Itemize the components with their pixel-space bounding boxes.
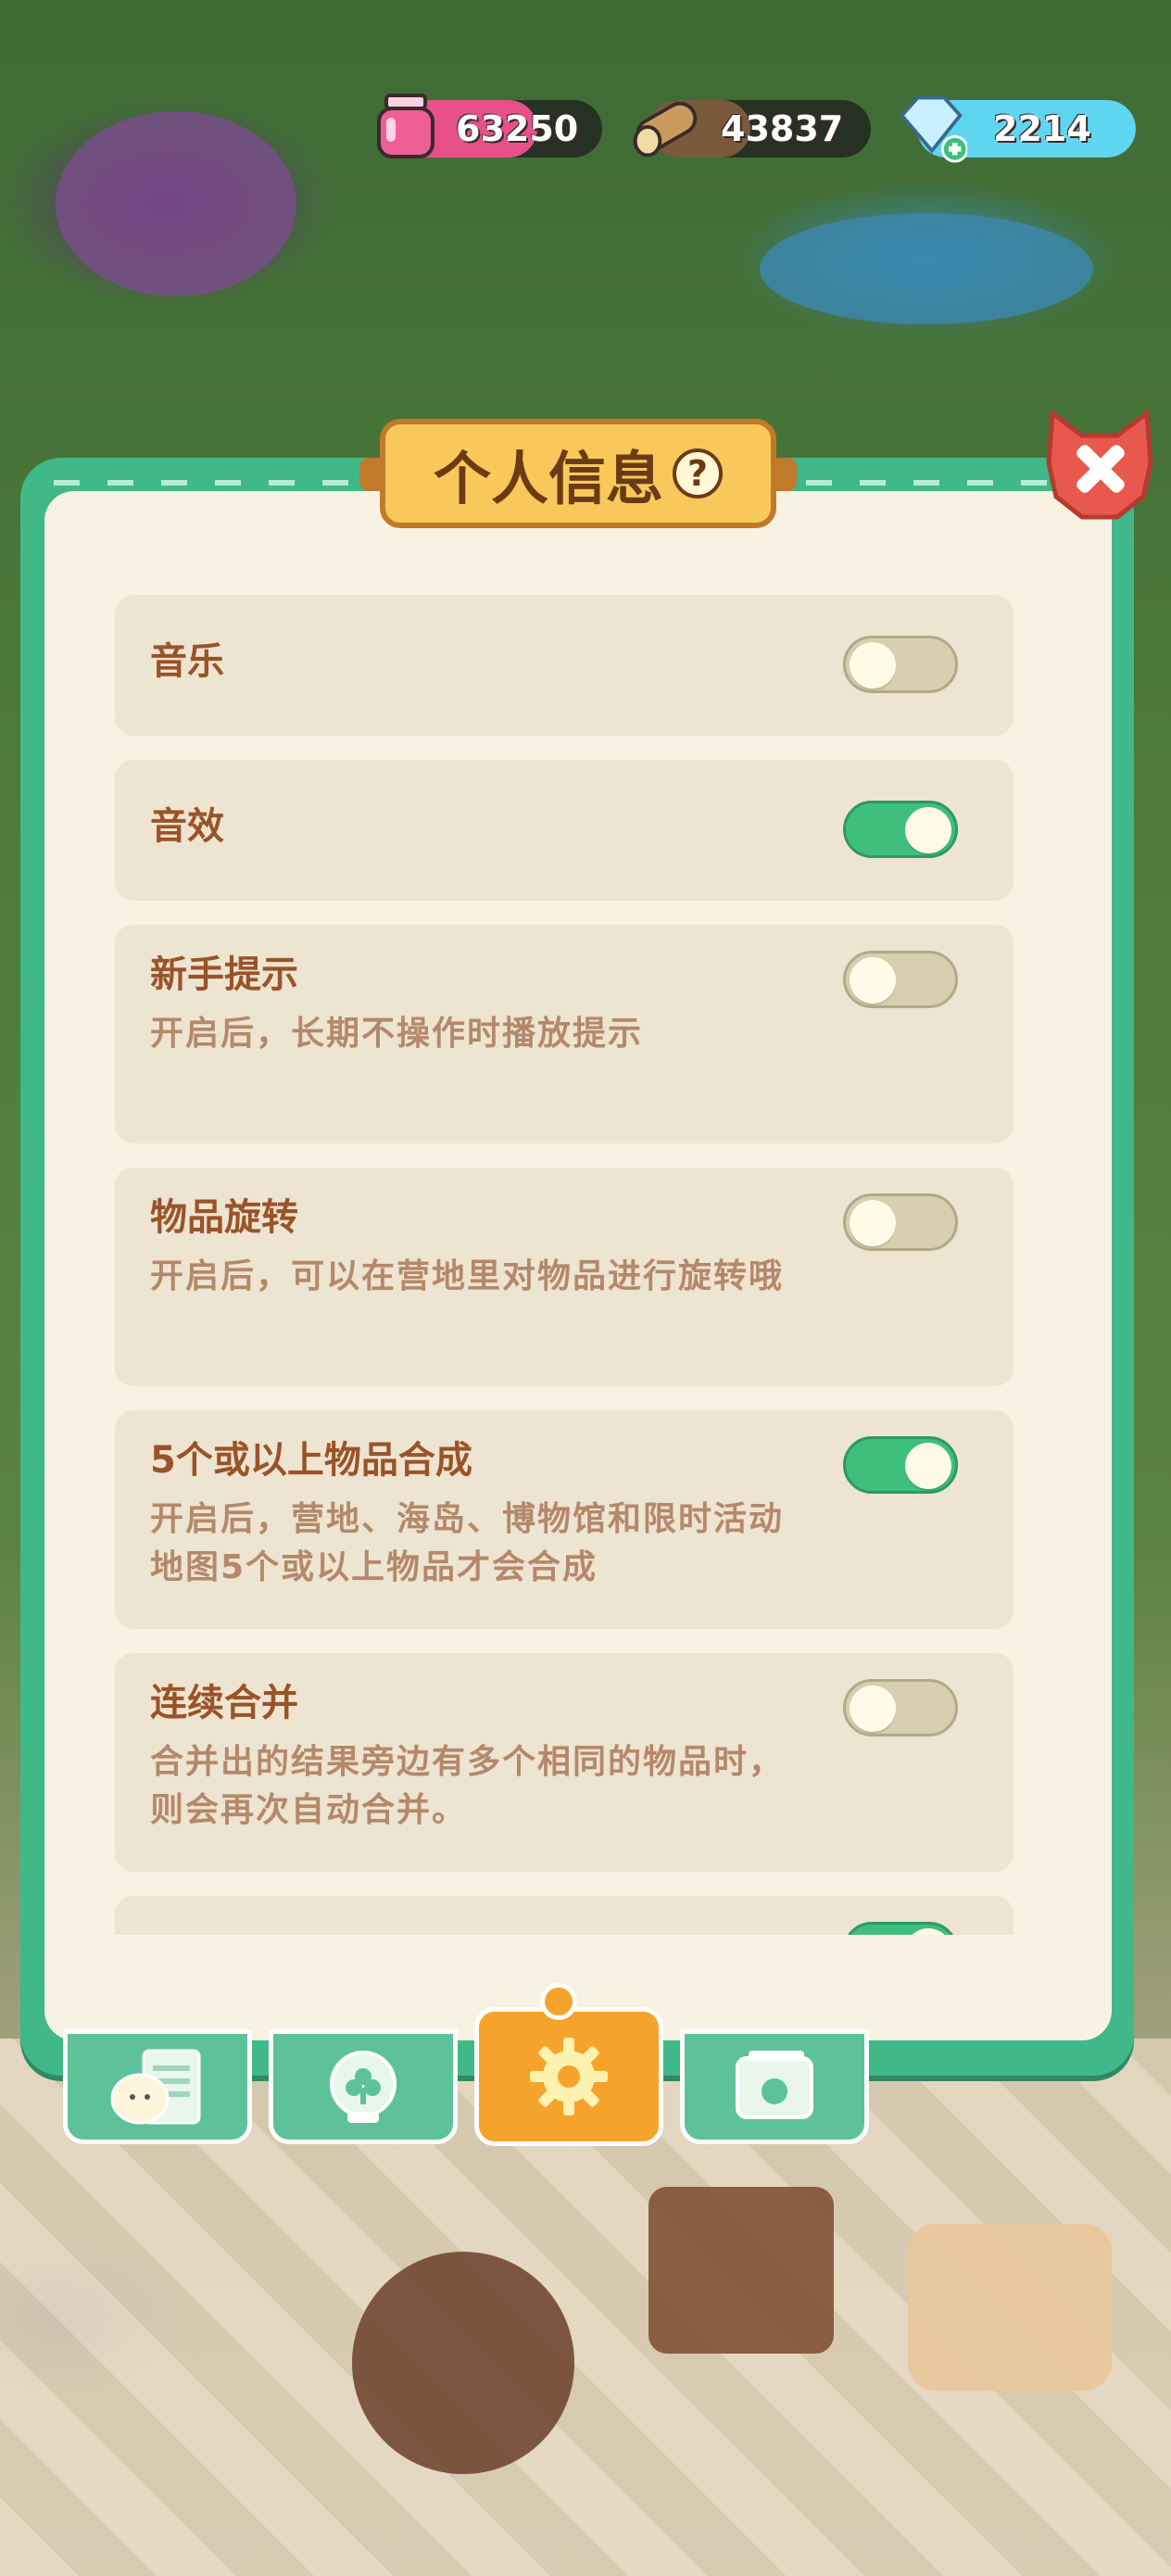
setting-item-rotation: 物品旋转 开启后，可以在营地里对物品进行旋转哦: [115, 1168, 1014, 1386]
wood-value: 43837: [721, 108, 844, 149]
toggle-knob: [905, 1443, 951, 1489]
active-tab-hanger: [540, 1983, 577, 2020]
setting-description: 开启后，营地、海岛、博物馆和限时活动地图5个或以上物品才会合成: [150, 1500, 785, 1586]
tab-badges[interactable]: [269, 2029, 458, 2144]
setting-beginner-tips: 新手提示 开启后，长期不操作时播放提示: [115, 925, 1014, 1143]
gem-value: 2214: [993, 108, 1091, 149]
dialog-title: 个人信息: [433, 445, 663, 512]
five-item-merge-toggle[interactable]: [843, 1436, 958, 1494]
settings-gear-icon: [530, 2038, 608, 2115]
cake-decoration: [352, 2252, 574, 2474]
setting-music: 音乐: [115, 595, 1014, 736]
help-icon[interactable]: ?: [673, 448, 723, 499]
gem-plus-icon[interactable]: [893, 89, 967, 163]
tab-profile[interactable]: [63, 2029, 252, 2144]
pond-decoration: [760, 213, 1093, 324]
next-setting-toggle[interactable]: [843, 1922, 958, 1935]
shop-decoration: [908, 2224, 1112, 2391]
sound-effects-toggle[interactable]: [843, 801, 958, 858]
profile-card-icon: [110, 2049, 201, 2125]
toggle-knob: [850, 957, 896, 1004]
toggle-knob: [905, 1928, 951, 1935]
album-icon: [736, 2051, 813, 2119]
close-button[interactable]: [1039, 408, 1160, 528]
setting-description: 开启后，可以在营地里对物品进行旋转哦: [150, 1257, 785, 1295]
setting-description: 合并出的结果旁边有多个相同的物品时，则会再次自动合并。: [150, 1743, 785, 1829]
badge-icon: [330, 2051, 397, 2123]
building-decoration: [648, 2187, 834, 2354]
toggle-knob: [850, 642, 896, 688]
tab-album[interactable]: [680, 2029, 869, 2144]
potion-value: 63250: [456, 108, 579, 149]
setting-five-item-merge: 5个或以上物品合成 开启后，营地、海岛、博物馆和限时活动地图5个或以上物品才会合…: [115, 1410, 1014, 1629]
continuous-merge-toggle[interactable]: [843, 1679, 958, 1736]
tab-settings[interactable]: [474, 2007, 663, 2146]
setting-continuous-merge: 连续合并 合并出的结果旁边有多个相同的物品时，则会再次自动合并。: [115, 1653, 1014, 1872]
music-toggle[interactable]: [843, 636, 958, 693]
setting-sound-effects: 音效: [115, 760, 1014, 901]
tree-decoration: [56, 111, 296, 297]
potion-icon: [369, 89, 443, 163]
wood-icon: [630, 89, 704, 163]
setting-partial-next: [115, 1896, 1014, 1935]
dialog-title-plate: 个人信息 ?: [359, 419, 797, 528]
settings-list[interactable]: 音乐 音效 新手提示 开启后，长期不操作时播放提示 物品旋转 开启后，可以在营地…: [115, 595, 1014, 1935]
close-icon: [1046, 409, 1153, 520]
setting-description: 开启后，长期不操作时播放提示: [150, 1015, 644, 1053]
toggle-knob: [850, 1686, 896, 1732]
toggle-knob: [850, 1200, 896, 1246]
toggle-knob: [905, 807, 951, 853]
item-rotation-toggle[interactable]: [843, 1193, 958, 1251]
beginner-tips-toggle[interactable]: [843, 951, 958, 1008]
